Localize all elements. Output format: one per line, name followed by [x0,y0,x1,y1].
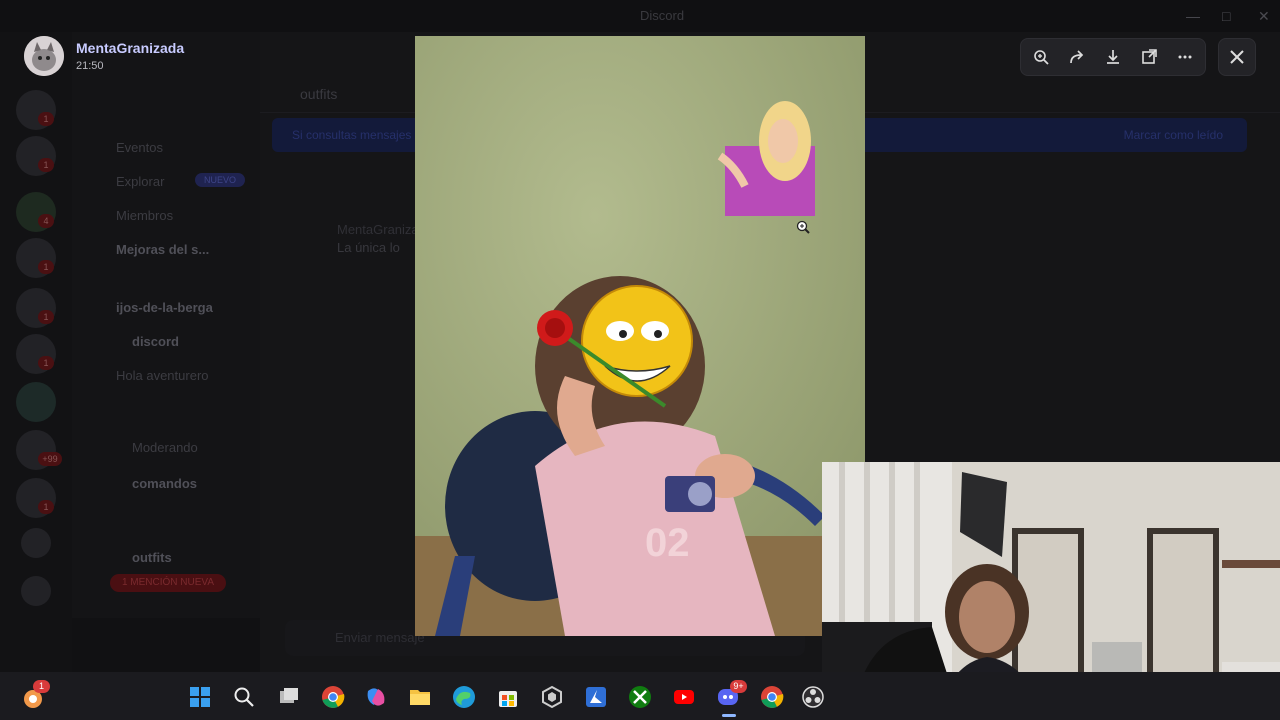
server-badge: +99 [38,452,62,466]
zoom-cursor-icon [796,220,810,239]
discover-icon[interactable] [21,576,51,606]
message-text: La única lo [337,240,400,255]
new-mentions-badge[interactable]: 1 MENCIÓN NUEVA [110,574,226,592]
server-badge: 1 [38,158,54,172]
server-badge: 1 [38,260,54,274]
server-badge: 4 [38,214,54,228]
viewer-username[interactable]: MentaGranizada [76,40,184,56]
open-external-icon[interactable] [1131,39,1167,75]
azure-icon[interactable] [583,684,609,710]
server-icon[interactable] [16,382,56,422]
window-close-icon[interactable]: ✕ [1258,8,1270,25]
channel-item[interactable]: discord [132,334,179,349]
search-icon[interactable] [231,684,257,710]
chrome-profile-icon[interactable] [759,684,785,710]
channel-item[interactable]: ijos-de-la-berga [116,300,213,315]
zoom-icon[interactable] [1023,39,1059,75]
app-icon[interactable] [539,684,565,710]
copilot-icon[interactable] [363,684,389,710]
user-panel [72,618,260,672]
svg-text:02: 02 [645,521,690,565]
youtube-icon[interactable] [671,684,697,710]
server-badge: 1 [38,500,54,514]
channel-item[interactable]: Mejoras del s... [116,242,209,257]
minimize-icon[interactable]: — [1186,8,1200,24]
server-rail: 1 1 4 1 1 1 +99 1 [0,32,72,672]
xbox-icon[interactable] [627,684,653,710]
channel-item[interactable]: Moderando [132,440,198,455]
server-badge: 1 [38,310,54,324]
channel-name: outfits [300,86,338,102]
close-icon[interactable] [1218,38,1256,76]
channel-item[interactable]: Explorar [116,174,164,189]
more-icon[interactable] [1167,39,1203,75]
start-icon[interactable] [187,684,213,710]
taskview-icon[interactable] [276,684,302,710]
title-bar: Discord — □ ✕ [0,0,1280,32]
edge-icon[interactable] [451,684,477,710]
message-placeholder: Enviar mensaje [335,630,425,645]
discord-badge: 9+ [730,680,747,693]
download-icon[interactable] [1095,39,1131,75]
mark-read-link[interactable]: Marcar como leído [1124,128,1223,142]
chrome-icon[interactable] [320,684,346,710]
shared-image[interactable]: 02 [415,36,865,636]
server-badge: 1 [38,356,54,370]
channel-item[interactable]: Miembros [116,208,173,223]
file-explorer-icon[interactable] [407,684,433,710]
add-server-icon[interactable] [21,528,51,558]
viewer-time: 21:50 [76,60,104,72]
channel-item[interactable]: comandos [132,476,197,491]
channel-item[interactable]: outfits [132,550,172,565]
avatar [24,36,64,76]
channel-item[interactable]: Hola aventurero [116,368,209,383]
tray-badge: 1 [33,680,50,693]
new-tag: NUEVO [195,173,245,187]
channel-item[interactable]: Eventos [116,140,163,155]
active-indicator [722,714,736,717]
maximize-icon[interactable]: □ [1222,8,1230,24]
window-title: Discord [640,8,685,23]
forward-icon[interactable] [1059,39,1095,75]
obs-icon[interactable] [800,684,826,710]
store-icon[interactable] [495,684,521,710]
image-toolbar [1020,38,1206,76]
server-badge: 1 [38,112,54,126]
